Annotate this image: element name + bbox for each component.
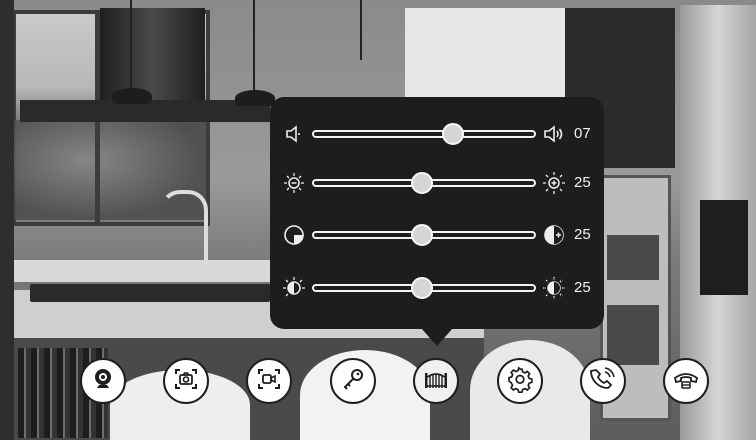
pendant-lamp: [112, 88, 152, 104]
pendant-cord: [253, 0, 255, 92]
unlock-button[interactable]: [330, 358, 376, 404]
color-slider-thumb[interactable]: [410, 277, 433, 299]
phone-call-icon: [588, 364, 618, 399]
video-record-icon: [254, 364, 284, 399]
hang-up-icon: [671, 364, 701, 399]
image-settings-panel: 07 25 25 25: [270, 97, 604, 329]
contrast-up-icon[interactable]: [542, 223, 566, 247]
brightness-value: 25: [574, 174, 591, 191]
record-button[interactable]: [246, 358, 292, 404]
contrast-slider-thumb[interactable]: [410, 224, 433, 246]
contrast-down-icon[interactable]: [282, 223, 306, 247]
brightness-slider-row: 25: [270, 168, 604, 198]
faucet: [160, 190, 208, 264]
pendant-cord: [130, 0, 132, 90]
pendant-cord: [360, 0, 362, 60]
oven-window-bottom: [607, 305, 659, 365]
pendant-lamp: [235, 90, 275, 106]
oven-window-top: [607, 235, 659, 280]
color-down-icon[interactable]: [282, 276, 306, 300]
gear-icon: [505, 364, 535, 399]
upper-cabinet: [405, 8, 570, 103]
monitor-button[interactable]: [80, 358, 126, 404]
contrast-slider-row: 25: [270, 220, 604, 250]
cooktop: [30, 284, 270, 302]
hangup-button[interactable]: [663, 358, 709, 404]
volume-slider-track[interactable]: [312, 130, 536, 138]
brightness-down-icon[interactable]: [282, 171, 306, 195]
volume-slider-thumb[interactable]: [442, 123, 465, 145]
speaker-high-icon[interactable]: [542, 122, 566, 146]
refrigerator-panel: [700, 200, 748, 295]
brightness-up-icon[interactable]: [542, 171, 566, 195]
bottom-toolbar: [0, 358, 756, 408]
gate-button[interactable]: [413, 358, 459, 404]
key-icon: [338, 364, 368, 399]
gate-icon: [421, 364, 451, 399]
camera-monitor-icon: [88, 364, 118, 399]
panel-pointer: [421, 328, 453, 346]
speaker-low-icon[interactable]: [282, 122, 306, 146]
snapshot-button[interactable]: [163, 358, 209, 404]
contrast-value: 25: [574, 226, 591, 243]
color-up-icon[interactable]: [542, 276, 566, 300]
call-button[interactable]: [580, 358, 626, 404]
color-value: 25: [574, 279, 591, 296]
volume-slider-row: 07: [270, 119, 604, 149]
brightness-slider-thumb[interactable]: [410, 172, 433, 194]
color-slider-row: 25: [270, 273, 604, 303]
settings-button[interactable]: [497, 358, 543, 404]
volume-value: 07: [574, 125, 591, 142]
snapshot-icon: [171, 364, 201, 399]
